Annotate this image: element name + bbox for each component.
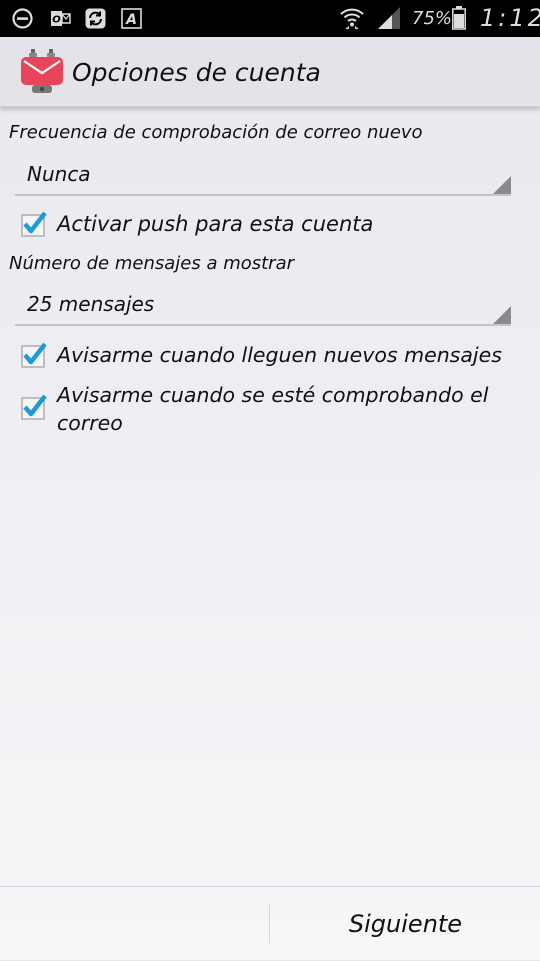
battery-percent: 75% [412,8,453,29]
svg-text:A: A [125,12,137,28]
button-divider [269,905,270,943]
message-count-value: 25 mensajes [27,292,155,316]
clock: 1:12 [480,4,540,32]
svg-text:O: O [52,15,61,26]
message-count-spinner[interactable]: 25 mensajes [15,278,511,326]
battery-icon [452,6,466,30]
notify-new-row[interactable]: Avisarme cuando lleguen nuevos mensajes [20,341,520,371]
wifi-icon [340,8,364,29]
notify-checking-label: Avisarme cuando se esté comprobando el c… [57,383,489,435]
font-a-icon: A [121,8,142,29]
do-not-disturb-icon [12,8,33,29]
dropdown-arrow-icon [493,306,511,324]
push-setting-row[interactable]: Activar push para esta cuenta [20,210,520,240]
notify-checking-checkbox[interactable] [20,394,47,421]
notify-new-label: Avisarme cuando lleguen nuevos mensajes [57,343,502,367]
dropdown-arrow-icon [493,176,511,194]
check-frequency-label: Frecuencia de comprobación de correo nue… [9,122,423,143]
check-frequency-value: Nunca [27,162,91,186]
bottom-button-bar: Siguiente [0,886,540,961]
signal-icon [378,7,400,29]
check-frequency-spinner[interactable]: Nunca [15,148,511,196]
k9-mail-app-icon[interactable] [20,49,64,95]
push-checkbox[interactable] [20,211,47,238]
notify-checking-row[interactable]: Avisarme cuando se esté comprobando el c… [20,381,520,439]
notify-new-checkbox[interactable] [20,342,47,369]
next-button[interactable]: Siguiente [271,887,540,961]
push-label: Activar push para esta cuenta [57,212,374,236]
status-bar: O A 75% 1:12 [0,0,540,37]
outlook-icon: O [51,11,71,26]
message-count-label: Número de mensajes a mostrar [9,253,295,274]
sync-icon [85,8,106,29]
action-bar: Opciones de cuenta [0,37,540,107]
page-title: Opciones de cuenta [72,58,321,87]
